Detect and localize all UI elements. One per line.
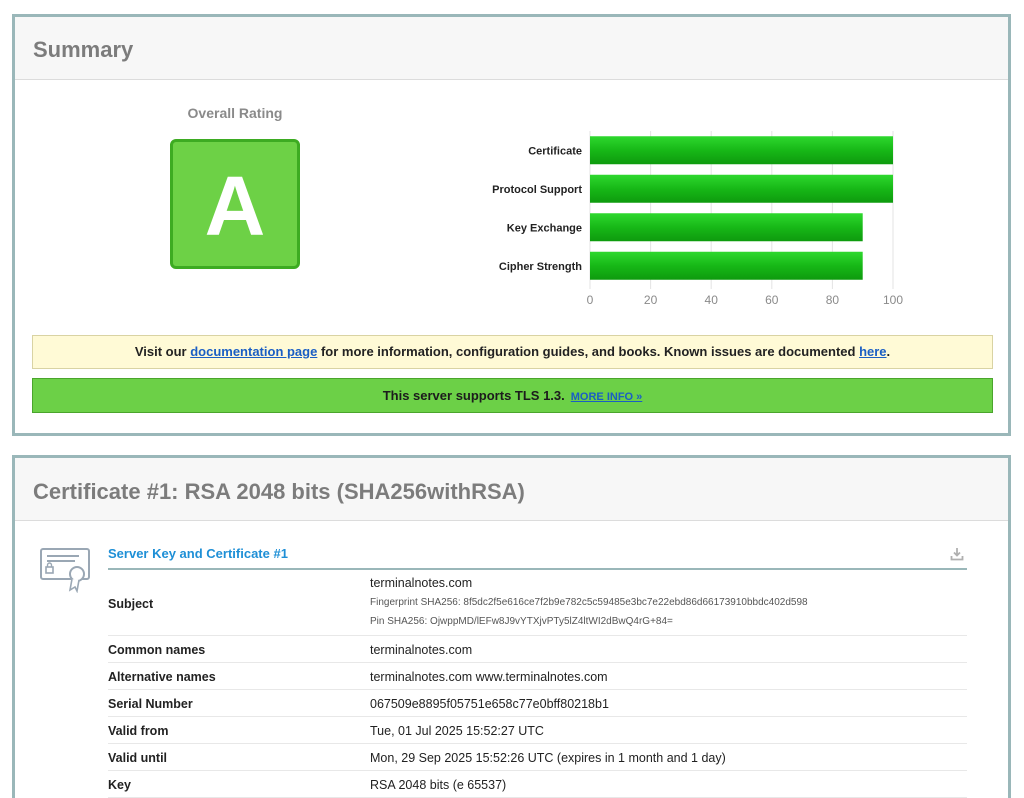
table-row: Valid until Mon, 29 Sep 2025 15:52:26 UT…	[108, 744, 967, 771]
alternative-names-value: terminalnotes.com www.terminalnotes.com	[370, 670, 608, 684]
category-label: Cipher Strength	[499, 261, 582, 273]
common-names-label: Common names	[108, 643, 206, 657]
valid-until-value: Mon, 29 Sep 2025 15:52:26 UTC (expires i…	[370, 751, 726, 765]
category-label: Protocol Support	[492, 184, 582, 196]
tls-notice-text: This server supports TLS 1.3.	[382, 388, 565, 403]
subject-label: Subject	[108, 597, 154, 611]
summary-panel: Summary Overall Rating A 0 20 40 60 80 100 Cer…	[12, 14, 1011, 436]
download-icon[interactable]	[950, 547, 964, 561]
x-tick-label: 100	[883, 293, 903, 307]
table-row: Key RSA 2048 bits (e 65537)	[108, 771, 967, 798]
certificate-panel: Certificate #1: RSA 2048 bits (SHA256wit…	[12, 455, 1011, 798]
x-tick-label: 80	[826, 293, 840, 307]
table-row: Serial Number 067509e8895f05751e658c77e0…	[108, 690, 967, 717]
certificate-header: Certificate #1: RSA 2048 bits (SHA256wit…	[15, 458, 1008, 521]
notice-suffix: .	[886, 344, 891, 359]
key-label: Key	[108, 778, 131, 792]
x-tick-label: 60	[765, 293, 779, 307]
notice-middle: for more information, configuration guid…	[317, 344, 860, 359]
certificate-title: Certificate #1: RSA 2048 bits (SHA256wit…	[33, 479, 525, 504]
serial-number-label: Serial Number	[108, 697, 193, 711]
summary-header: Summary	[15, 17, 1008, 80]
overall-rating-label: Overall Rating	[187, 105, 283, 121]
server-key-section-title: Server Key and Certificate #1	[108, 546, 288, 561]
alternative-names-label: Alternative names	[108, 670, 216, 684]
bar	[590, 251, 863, 280]
subject-fingerprint: Fingerprint SHA256: 8f5dc2f5e616ce7f2b9e…	[370, 597, 808, 608]
grade-letter: A	[204, 159, 266, 253]
serial-number-value: 067509e8895f05751e658c77e0bff80218b1	[370, 697, 609, 711]
documentation-notice: Visit our documentation page for more in…	[32, 335, 993, 369]
notice-prefix: Visit our	[134, 344, 191, 359]
documentation-page-link[interactable]: documentation page	[190, 344, 317, 359]
grade-badge: A	[170, 139, 300, 269]
more-info-link[interactable]: MORE INFO »	[571, 391, 643, 403]
subject-value: terminalnotes.com	[370, 576, 473, 590]
tls-notice: This server supports TLS 1.3. MORE INFO »	[32, 378, 993, 413]
summary-title: Summary	[33, 37, 134, 62]
common-names-value: terminalnotes.com	[370, 643, 473, 657]
subject-pin: Pin SHA256: OjwppMD/lEFw8J9vYTXjvPTy5lZ4…	[370, 616, 673, 627]
x-tick-label: 20	[644, 293, 658, 307]
certificate-icon	[40, 548, 90, 593]
category-label: Key Exchange	[507, 222, 582, 234]
table-row: Valid from Tue, 01 Jul 2025 15:52:27 UTC	[108, 717, 967, 744]
bar	[590, 213, 863, 242]
section-divider	[108, 568, 967, 570]
valid-from-label: Valid from	[108, 724, 169, 738]
bar	[590, 136, 893, 165]
score-bar-chart: 0 20 40 60 80 100 Certificate Protocol Support K…	[492, 131, 903, 307]
category-label: Certificate	[528, 145, 582, 157]
valid-until-label: Valid until	[108, 751, 168, 765]
subject-row: Subject terminalnotes.com Fingerprint SH…	[108, 572, 967, 636]
valid-from-value: Tue, 01 Jul 2025 15:52:27 UTC	[370, 724, 544, 738]
table-row: Alternative names terminalnotes.com www.…	[108, 663, 967, 690]
table-row: Common names terminalnotes.com	[108, 636, 967, 663]
x-tick-label: 0	[587, 293, 594, 307]
key-value: RSA 2048 bits (e 65537)	[370, 778, 507, 792]
x-tick-label: 40	[705, 293, 719, 307]
bar	[590, 174, 893, 203]
known-issues-link[interactable]: here	[859, 344, 886, 359]
